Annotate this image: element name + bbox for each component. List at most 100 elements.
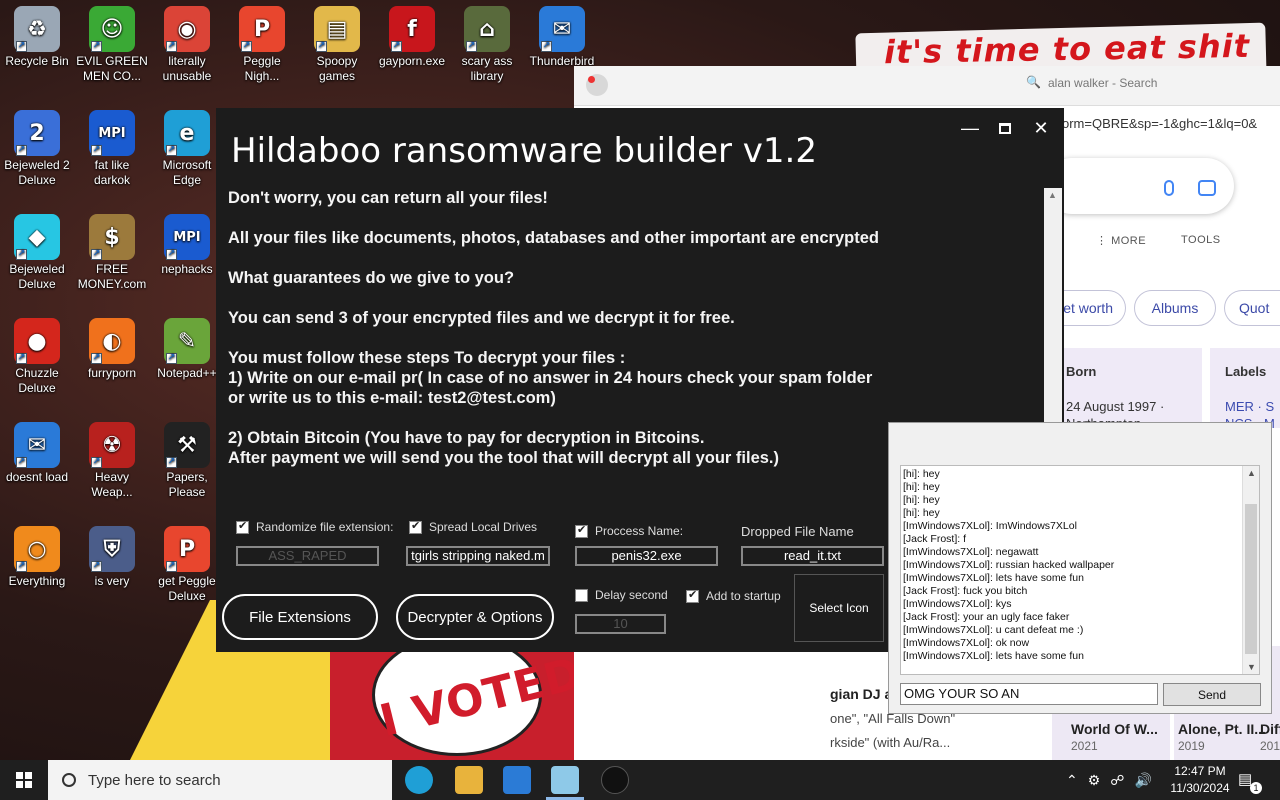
edge-taskbar-icon[interactable] <box>405 766 433 794</box>
desktop-icon[interactable]: ⚒ ↗ Papers, Please <box>150 422 224 500</box>
message-line-8: 2) Obtain Bitcoin (You have to pay for d… <box>228 429 705 447</box>
randomize-extension-checkbox[interactable]: Randomize file extension: <box>236 519 393 534</box>
chat-message: [ImWindows7XLol]: u cant defeat me :) <box>903 624 1084 636</box>
desktop-icon[interactable]: ◐ ↗ furryporn <box>75 318 149 381</box>
library-icon: ⌂ ↗ <box>464 6 510 52</box>
maximize-button[interactable] <box>990 114 1020 142</box>
process-name-label: Proccess Name: <box>595 524 684 538</box>
labels-value[interactable]: MER · S <box>1225 399 1274 414</box>
desktop-icon[interactable]: ☺ ↗ EVIL GREEN MEN CO... <box>75 6 149 84</box>
delay-checkbox[interactable]: Delay second <box>575 588 668 602</box>
chat-message-input[interactable]: OMG YOUR SO AN <box>900 683 1158 705</box>
delay-label: Delay second <box>595 588 668 602</box>
desktop-icon-label: literally unusable <box>162 54 212 83</box>
process-name-input[interactable]: penis32.exe <box>575 546 718 566</box>
file-extensions-button[interactable]: File Extensions <box>222 594 378 640</box>
decrypter-options-button[interactable]: Decrypter & Options <box>396 594 554 640</box>
desktop-icon[interactable]: 2 ↗ Bejeweled 2 Deluxe <box>0 110 74 188</box>
send-button[interactable]: Send <box>1163 683 1261 706</box>
chat-log[interactable]: [hi]: hey [hi]: hey [hi]: hey [hi]: hey [ImW… <box>900 465 1260 675</box>
desktop-icon[interactable]: ◉ ↗ literally unusable <box>150 6 224 84</box>
shortcut-arrow-icon: ↗ <box>466 41 477 52</box>
file-explorer-taskbar-icon[interactable] <box>455 766 483 794</box>
desktop-icon[interactable]: ⌂ ↗ scary ass library <box>450 6 524 84</box>
firefox-icon: ◐ ↗ <box>89 318 135 364</box>
chat-window[interactable]: [hi]: hey [hi]: hey [hi]: hey [hi]: hey [ImW… <box>888 422 1272 714</box>
app-taskbar-icon[interactable] <box>551 766 579 794</box>
volume-icon[interactable]: 🔊 <box>1134 772 1151 789</box>
chat-message: [ImWindows7XLol]: kys <box>903 598 1012 610</box>
diamond-icon: ◆ ↗ <box>14 214 60 260</box>
desktop-icon[interactable]: ✎ ↗ Notepad++ <box>150 318 224 381</box>
profile-avatar[interactable] <box>586 74 608 96</box>
select-icon-button[interactable]: Select Icon <box>794 574 884 642</box>
scroll-up-icon[interactable]: ▲ <box>1048 190 1057 200</box>
desktop-icon[interactable]: ○ ↗ Everything <box>0 526 74 589</box>
desktop-icon[interactable]: f ↗ gayporn.exe <box>375 6 449 69</box>
album-year-3: 2018 <box>1260 739 1280 753</box>
desktop-icon-label: is very <box>94 574 130 588</box>
desktop-icon[interactable]: e ↗ Microsoft Edge <box>150 110 224 188</box>
chrome-icon: ◉ ↗ <box>164 6 210 52</box>
chip-quotes[interactable]: Quot <box>1224 290 1280 326</box>
security-icon[interactable]: ⚙ <box>1088 772 1101 789</box>
ransom-message: Don't worry, you can return all your fil… <box>228 188 928 468</box>
shortcut-arrow-icon: ↗ <box>16 561 27 572</box>
minimize-button[interactable]: — <box>955 114 985 142</box>
nav-more[interactable]: ⋮ MORE <box>1096 234 1146 247</box>
start-button[interactable] <box>0 760 48 800</box>
desktop-icon[interactable]: ☢ ↗ Heavy Weap... <box>75 422 149 500</box>
spread-drives-input[interactable]: tgirls stripping naked.m <box>406 546 550 566</box>
nav-tools[interactable]: TOOLS <box>1181 234 1221 246</box>
chuzzle-icon: ● ↗ <box>14 318 60 364</box>
chip-albums[interactable]: Albums <box>1134 290 1216 326</box>
builder-title: Hildaboo ransomware builder v1.2 <box>231 131 817 171</box>
chat-message: [Jack Frost]: fuck you bitch <box>903 585 1028 597</box>
desktop-icon[interactable]: ◆ ↗ Bejeweled Deluxe <box>0 214 74 292</box>
desktop-icon[interactable]: P ↗ get Peggle Deluxe <box>150 526 224 604</box>
taskbar-search-box[interactable]: Type here to search <box>48 760 392 800</box>
message-line-6: 1) Write on our e-mail pr( In case of no… <box>228 369 873 387</box>
scroll-up-icon[interactable]: ▲ <box>1247 468 1256 478</box>
mpi-shield-icon: ⛨ ↗ <box>89 526 135 572</box>
system-clock[interactable]: 12:47 PM 11/30/2024 <box>1160 763 1240 797</box>
delay-input[interactable]: 10 <box>575 614 666 634</box>
peggle-icon: P ↗ <box>164 526 210 572</box>
notepad-icon: ✎ ↗ <box>164 318 210 364</box>
shortcut-arrow-icon: ↗ <box>16 249 27 260</box>
message-line-9: After payment we will send you the tool … <box>228 449 780 467</box>
chat-scrollbar[interactable]: ▲ ▼ <box>1242 466 1259 674</box>
visual-search-icon[interactable] <box>1198 180 1216 196</box>
close-button[interactable]: ✕ <box>1026 114 1056 142</box>
browser-search-box[interactable]: alan walker - Search <box>1048 76 1157 90</box>
network-icon[interactable]: ☍ <box>1110 772 1124 789</box>
desktop-icon[interactable]: P ↗ Peggle Nigh... <box>225 6 299 84</box>
scrollbar-thumb[interactable] <box>1245 504 1257 654</box>
dropped-file-input[interactable]: read_it.txt <box>741 546 884 566</box>
spread-drives-checkbox[interactable]: Spread Local Drives <box>409 519 537 534</box>
desktop-icon-label: Everything <box>8 574 66 588</box>
desktop-icon[interactable]: ✉ ↗ doesnt load <box>0 422 74 485</box>
store-taskbar-icon[interactable] <box>503 766 531 794</box>
desktop-icon[interactable]: $ ↗ FREE MONEY.com <box>75 214 149 292</box>
mpi-icon: MPI ↗ <box>89 110 135 156</box>
desktop-icon[interactable]: ▤ ↗ Spoopy games <box>300 6 374 84</box>
album-title-1: World Of W... <box>1071 721 1158 737</box>
microphone-icon[interactable] <box>1164 180 1174 196</box>
desktop-icon[interactable]: MPI ↗ fat like darkok <box>75 110 149 188</box>
startup-checkbox[interactable]: Add to startup <box>686 588 781 603</box>
desktop-icon-label: Heavy Weap... <box>91 470 133 499</box>
scroll-down-icon[interactable]: ▼ <box>1247 662 1256 672</box>
desktop-icon[interactable]: MPI ↗ nephacks <box>150 214 224 277</box>
extension-input[interactable]: ASS_RAPED <box>236 546 379 566</box>
desktop-icon[interactable]: ✉ ↗ Thunderbird <box>525 6 599 69</box>
chat-message: [ImWindows7XLol]: negawatt <box>903 546 1039 558</box>
chaos-taskbar-icon[interactable] <box>601 766 629 794</box>
desktop-icon[interactable]: ♻ ↗ Recycle Bin <box>0 6 74 69</box>
shortcut-arrow-icon: ↗ <box>541 41 552 52</box>
process-name-checkbox[interactable]: Proccess Name: <box>575 523 684 538</box>
desktop-icon-label: doesnt load <box>5 470 69 484</box>
chevron-up-icon[interactable]: ⌃ <box>1066 772 1078 789</box>
desktop-icon[interactable]: ⛨ ↗ is very <box>75 526 149 589</box>
desktop-icon[interactable]: ● ↗ Chuzzle Deluxe <box>0 318 74 396</box>
